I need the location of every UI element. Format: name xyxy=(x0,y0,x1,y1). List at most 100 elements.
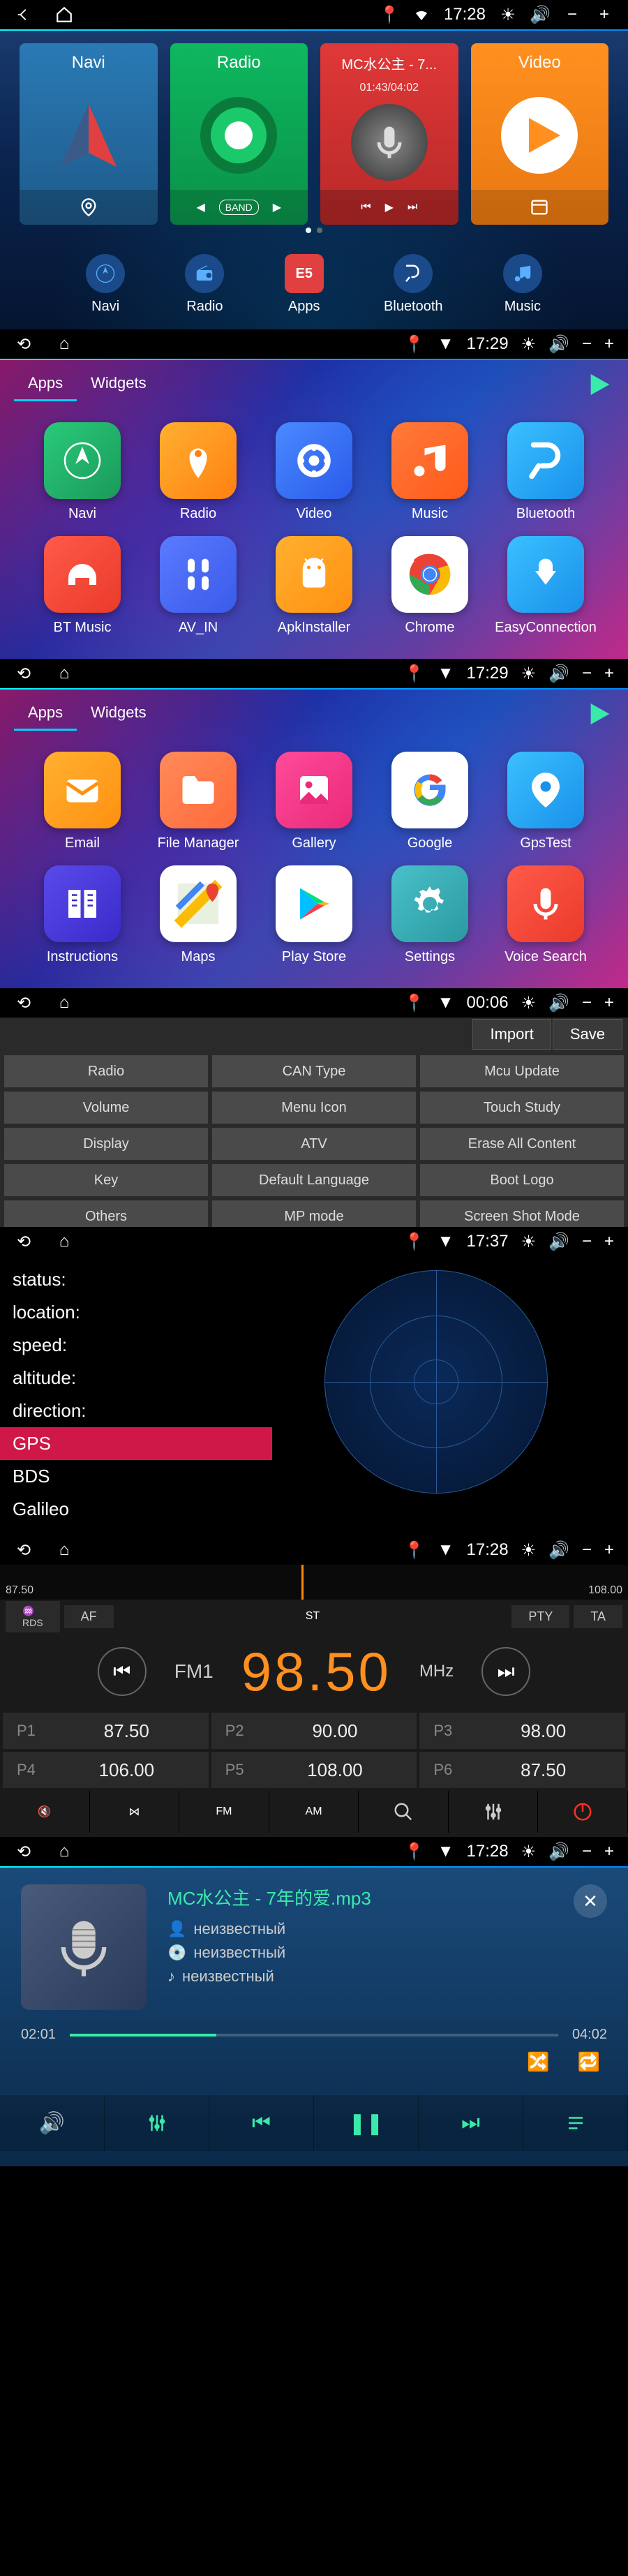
progress-bar[interactable] xyxy=(70,2034,558,2037)
pause-button[interactable]: ❚❚ xyxy=(314,2095,419,2151)
play-store-icon[interactable] xyxy=(586,371,614,399)
back-icon[interactable]: ⟲ xyxy=(14,1540,33,1560)
playlist-button[interactable] xyxy=(523,2095,628,2151)
app-instructions[interactable]: Instructions xyxy=(28,865,137,965)
seek-down-button[interactable]: ⏮ xyxy=(98,1647,147,1696)
app-google[interactable]: Google xyxy=(375,752,484,851)
setting-atv[interactable]: ATV xyxy=(212,1128,416,1160)
back-icon[interactable]: ⟲ xyxy=(14,334,33,354)
seek-up-button[interactable]: ⏭ xyxy=(481,1647,530,1696)
preset-5[interactable]: P5108.00 xyxy=(211,1752,417,1788)
back-icon[interactable] xyxy=(14,5,33,24)
dock-navi[interactable]: Navi xyxy=(86,254,125,315)
next-button[interactable]: ⏭ xyxy=(419,2095,523,2151)
app-radio[interactable]: Radio xyxy=(144,422,253,522)
tab-apps[interactable]: Apps xyxy=(14,697,77,731)
setting-lang[interactable]: Default Language xyxy=(212,1164,416,1196)
af-button[interactable]: AF xyxy=(64,1605,114,1628)
app-music[interactable]: Music xyxy=(375,422,484,522)
power-button[interactable] xyxy=(538,1791,628,1833)
dock-bluetooth[interactable]: Bluetooth xyxy=(384,254,443,315)
prev-icon[interactable]: ◀ xyxy=(196,200,204,214)
band-button[interactable]: BAND xyxy=(219,200,259,215)
close-button[interactable]: ✕ xyxy=(574,1884,607,1918)
home-icon[interactable]: ⌂ xyxy=(54,1842,74,1861)
app-gpstest[interactable]: GpsTest xyxy=(491,752,600,851)
back-icon[interactable]: ⟲ xyxy=(14,1842,33,1861)
location-icon[interactable] xyxy=(79,198,98,217)
setting-menuicon[interactable]: Menu Icon xyxy=(212,1092,416,1124)
setting-volume[interactable]: Volume xyxy=(4,1092,208,1124)
next-icon[interactable]: ▶ xyxy=(273,200,281,214)
app-filemanager[interactable]: File Manager xyxy=(144,752,253,851)
app-playstore[interactable]: Play Store xyxy=(260,865,368,965)
setting-cantype[interactable]: CAN Type xyxy=(212,1055,416,1087)
next-track-icon[interactable]: ⏭ xyxy=(408,201,417,214)
home-icon[interactable]: ⌂ xyxy=(54,1232,74,1251)
list-icon[interactable] xyxy=(530,198,549,217)
volume-icon[interactable]: 🔊 xyxy=(530,5,550,24)
repeat-icon[interactable]: 🔁 xyxy=(578,2051,600,2073)
setting-display[interactable]: Display xyxy=(4,1128,208,1160)
app-apkinstaller[interactable]: ApkInstaller xyxy=(260,536,368,636)
sat-gps[interactable]: GPS xyxy=(0,1427,272,1460)
app-navi[interactable]: Navi xyxy=(28,422,137,522)
setting-mcu[interactable]: Mcu Update xyxy=(420,1055,624,1087)
brightness-icon[interactable]: ☀ xyxy=(498,5,518,24)
setting-touchstudy[interactable]: Touch Study xyxy=(420,1092,624,1124)
tab-widgets[interactable]: Widgets xyxy=(77,697,160,731)
back-icon[interactable]: ⟲ xyxy=(14,1232,33,1251)
app-email[interactable]: Email xyxy=(28,752,137,851)
mute-button[interactable]: 🔇 xyxy=(0,1791,90,1833)
home-icon[interactable] xyxy=(54,5,74,24)
setting-radio[interactable]: Radio xyxy=(4,1055,208,1087)
dock-music[interactable]: Music xyxy=(503,254,542,315)
preset-2[interactable]: P290.00 xyxy=(211,1713,417,1749)
save-button[interactable]: Save xyxy=(553,1019,622,1050)
eq-button[interactable] xyxy=(449,1791,539,1833)
shuffle-icon[interactable]: 🔀 xyxy=(527,2051,549,2073)
app-video[interactable]: Video xyxy=(260,422,368,522)
freq-dial[interactable]: 87.50 108.00 xyxy=(0,1565,628,1600)
eq-button[interactable] xyxy=(105,2095,209,2151)
play-icon[interactable]: ▶ xyxy=(385,200,394,214)
setting-erase[interactable]: Erase All Content xyxy=(420,1128,624,1160)
home-icon[interactable]: ⌂ xyxy=(54,993,74,1013)
back-icon[interactable]: ⟲ xyxy=(14,993,33,1013)
card-navi[interactable]: Navi xyxy=(20,43,158,225)
play-store-icon[interactable] xyxy=(586,700,614,728)
rds-button[interactable]: ♒RDS xyxy=(6,1601,60,1632)
prev-button[interactable]: ⏮ xyxy=(209,2095,314,2151)
pty-button[interactable]: PTY xyxy=(511,1605,569,1628)
app-chrome[interactable]: Chrome xyxy=(375,536,484,636)
preset-4[interactable]: P4106.00 xyxy=(3,1752,209,1788)
fm-button[interactable]: FM xyxy=(179,1791,269,1833)
brightness-icon[interactable]: ☀ xyxy=(521,334,537,355)
app-gallery[interactable]: Gallery xyxy=(260,752,368,851)
preset-3[interactable]: P398.00 xyxy=(419,1713,625,1749)
am-button[interactable]: AM xyxy=(269,1791,359,1833)
scan-button[interactable]: ⋈ xyxy=(90,1791,180,1833)
plus-icon[interactable]: + xyxy=(595,5,614,24)
mute-button[interactable]: 🔊 xyxy=(0,2095,105,2151)
setting-bootlogo[interactable]: Boot Logo xyxy=(420,1164,624,1196)
home-icon[interactable]: ⌂ xyxy=(54,334,74,354)
app-easyconnection[interactable]: EasyConnection xyxy=(491,536,600,636)
app-settings[interactable]: Settings xyxy=(375,865,484,965)
setting-key[interactable]: Key xyxy=(4,1164,208,1196)
tab-apps[interactable]: Apps xyxy=(14,367,77,401)
home-icon[interactable]: ⌂ xyxy=(54,1540,74,1560)
app-bluetooth[interactable]: Bluetooth xyxy=(491,422,600,522)
sat-bds[interactable]: BDS xyxy=(0,1460,272,1493)
app-voicesearch[interactable]: Voice Search xyxy=(491,865,600,965)
app-maps[interactable]: Maps xyxy=(144,865,253,965)
app-btmusic[interactable]: BT Music xyxy=(28,536,137,636)
app-avin[interactable]: AV_IN xyxy=(144,536,253,636)
sat-galileo[interactable]: Galileo xyxy=(0,1493,272,1526)
card-radio[interactable]: Radio ◀ BAND ▶ xyxy=(170,43,308,225)
back-icon[interactable]: ⟲ xyxy=(14,664,33,683)
minus-icon[interactable]: − xyxy=(562,5,582,24)
home-icon[interactable]: ⌂ xyxy=(54,664,74,683)
ta-button[interactable]: TA xyxy=(574,1605,622,1628)
import-button[interactable]: Import xyxy=(472,1019,551,1050)
